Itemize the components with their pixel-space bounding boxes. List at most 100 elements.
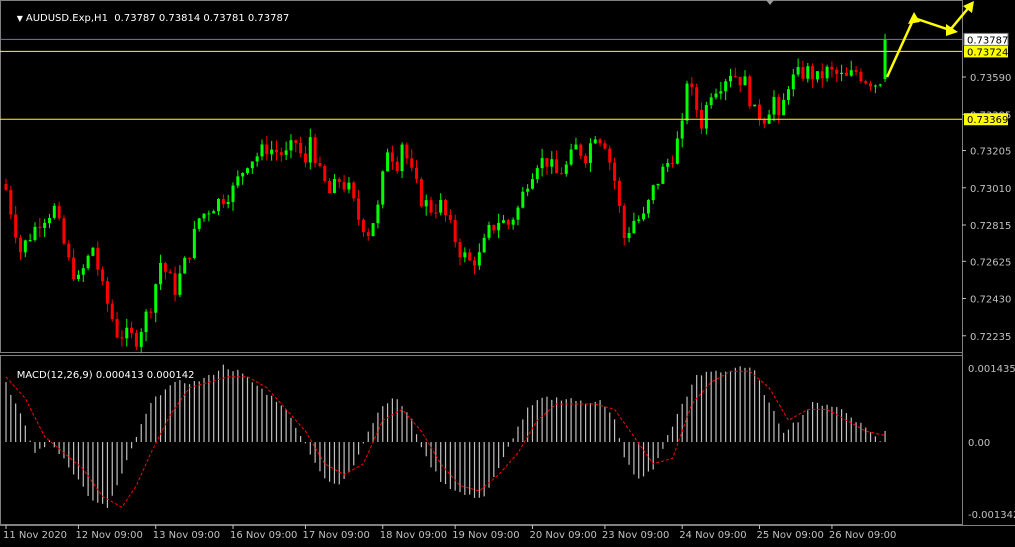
candle-body[interactable] bbox=[38, 226, 42, 228]
candle-body[interactable] bbox=[400, 144, 404, 172]
candle-body[interactable] bbox=[342, 182, 346, 190]
candle-body[interactable] bbox=[526, 188, 530, 192]
candle-body[interactable] bbox=[733, 75, 737, 77]
candle-body[interactable] bbox=[274, 149, 278, 153]
candle-body[interactable] bbox=[468, 252, 472, 261]
candle-body[interactable] bbox=[453, 219, 457, 243]
candle-body[interactable] bbox=[366, 232, 370, 236]
candle-body[interactable] bbox=[579, 144, 583, 156]
candle-body[interactable] bbox=[250, 161, 254, 169]
candle-body[interactable] bbox=[564, 164, 568, 174]
candle-body[interactable] bbox=[134, 332, 138, 347]
candle-body[interactable] bbox=[28, 240, 32, 242]
candle-body[interactable] bbox=[738, 76, 742, 86]
candle-body[interactable] bbox=[289, 140, 293, 151]
candle-body[interactable] bbox=[559, 173, 563, 175]
candle-body[interactable] bbox=[545, 158, 549, 167]
candle-body[interactable] bbox=[724, 81, 728, 92]
candle-body[interactable] bbox=[410, 158, 414, 168]
candle-body[interactable] bbox=[878, 84, 882, 86]
candle-body[interactable] bbox=[782, 99, 786, 116]
candle-body[interactable] bbox=[646, 200, 650, 214]
candle-body[interactable] bbox=[661, 166, 665, 184]
candle-body[interactable] bbox=[9, 189, 13, 215]
candle-body[interactable] bbox=[501, 220, 505, 223]
candle-body[interactable] bbox=[811, 66, 815, 80]
candle-body[interactable] bbox=[632, 220, 636, 234]
candle-body[interactable] bbox=[530, 179, 534, 189]
candle-body[interactable] bbox=[347, 182, 351, 190]
candle-body[interactable] bbox=[72, 257, 76, 280]
candle-body[interactable] bbox=[390, 152, 394, 162]
candle-body[interactable] bbox=[777, 96, 781, 116]
candle-body[interactable] bbox=[555, 159, 559, 174]
candle-body[interactable] bbox=[139, 332, 143, 347]
candle-body[interactable] bbox=[405, 144, 409, 159]
candle-body[interactable] bbox=[236, 176, 240, 186]
candle-body[interactable] bbox=[323, 165, 327, 181]
candle-body[interactable] bbox=[279, 152, 283, 155]
candle-body[interactable] bbox=[854, 70, 858, 72]
candle-body[interactable] bbox=[675, 138, 679, 164]
candle-body[interactable] bbox=[217, 199, 221, 212]
candle-body[interactable] bbox=[202, 213, 206, 219]
candle-body[interactable] bbox=[753, 104, 757, 107]
candle-body[interactable] bbox=[328, 180, 332, 194]
candle-body[interactable] bbox=[81, 268, 85, 275]
candle-body[interactable] bbox=[487, 225, 491, 238]
candle-body[interactable] bbox=[680, 120, 684, 139]
candle-body[interactable] bbox=[313, 137, 317, 164]
candle-body[interactable] bbox=[415, 167, 419, 180]
candle-body[interactable] bbox=[33, 226, 37, 241]
candle-body[interactable] bbox=[159, 263, 163, 285]
candle-body[interactable] bbox=[477, 252, 481, 266]
candle-body[interactable] bbox=[511, 219, 515, 225]
candle-body[interactable] bbox=[212, 211, 216, 214]
candle-body[interactable] bbox=[125, 327, 129, 339]
candle-body[interactable] bbox=[381, 171, 385, 205]
candle-body[interactable] bbox=[434, 212, 438, 214]
candle-body[interactable] bbox=[603, 143, 607, 149]
candle-body[interactable] bbox=[284, 150, 288, 155]
candle-body[interactable] bbox=[444, 199, 448, 215]
candle-body[interactable] bbox=[666, 163, 670, 167]
candle-body[interactable] bbox=[67, 243, 71, 258]
candle-body[interactable] bbox=[4, 183, 8, 190]
candle-body[interactable] bbox=[357, 198, 361, 220]
candle-body[interactable] bbox=[207, 213, 211, 215]
candle-body[interactable] bbox=[656, 183, 660, 186]
candle-body[interactable] bbox=[246, 168, 249, 174]
candle-body[interactable] bbox=[419, 179, 423, 207]
dropdown-triangle-icon[interactable]: ▼ bbox=[17, 14, 23, 23]
candle-body[interactable] bbox=[762, 119, 766, 124]
candle-body[interactable] bbox=[617, 180, 621, 206]
candle-body[interactable] bbox=[294, 140, 298, 143]
candle-body[interactable] bbox=[332, 178, 336, 194]
candle-body[interactable] bbox=[62, 218, 66, 244]
candle-body[interactable] bbox=[241, 173, 245, 177]
candle-body[interactable] bbox=[772, 96, 776, 115]
candle-body[interactable] bbox=[386, 152, 390, 172]
candle-body[interactable] bbox=[352, 182, 356, 199]
candle-body[interactable] bbox=[86, 255, 90, 269]
candle-body[interactable] bbox=[588, 143, 592, 163]
candle-body[interactable] bbox=[840, 72, 844, 75]
candle-body[interactable] bbox=[473, 260, 477, 266]
candle-body[interactable] bbox=[303, 153, 307, 163]
chart-window[interactable]: 0.735900.733950.732050.730100.728150.726… bbox=[0, 0, 1015, 543]
candle-body[interactable] bbox=[869, 83, 873, 87]
candle-body[interactable] bbox=[163, 263, 167, 272]
candle-body[interactable] bbox=[91, 247, 95, 256]
candle-body[interactable] bbox=[642, 213, 646, 220]
candle-body[interactable] bbox=[96, 247, 100, 270]
candle-body[interactable] bbox=[192, 228, 196, 258]
candle-body[interactable] bbox=[43, 222, 47, 228]
candle-body[interactable] bbox=[115, 319, 119, 338]
candle-body[interactable] bbox=[574, 144, 578, 150]
candle-body[interactable] bbox=[173, 273, 177, 295]
candle-body[interactable] bbox=[231, 185, 235, 202]
candle-body[interactable] bbox=[569, 149, 573, 165]
candle-body[interactable] bbox=[395, 161, 399, 172]
candle-body[interactable] bbox=[105, 281, 109, 304]
candle-body[interactable] bbox=[864, 81, 868, 84]
